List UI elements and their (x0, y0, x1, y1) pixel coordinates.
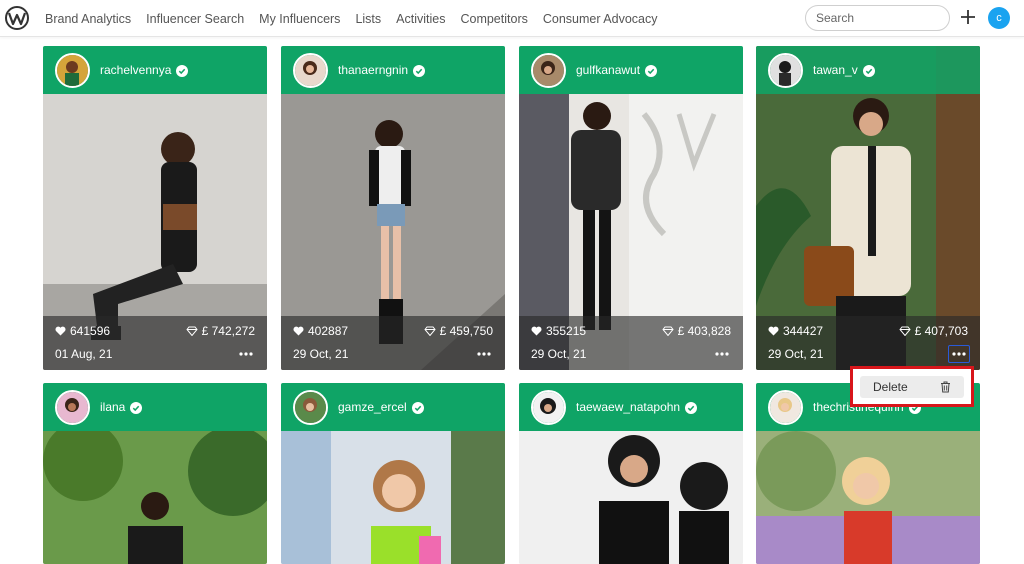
heart-icon (55, 326, 66, 336)
value-stat: £ 742,272 (185, 324, 255, 338)
influencer-username[interactable]: taewaew_natapohn (576, 400, 698, 414)
value-amount: £ 742,272 (201, 324, 255, 338)
diamond-icon (185, 326, 198, 336)
heart-icon (531, 326, 542, 336)
verified-badge-icon (176, 64, 189, 77)
value-amount: £ 459,750 (439, 324, 493, 338)
nav-my-influencers[interactable]: My Influencers (259, 12, 340, 26)
verified-badge-icon (130, 401, 143, 414)
card-header: ilana (43, 383, 267, 431)
more-dots-icon[interactable] (711, 345, 733, 363)
post-date: 29 Oct, 21 (531, 347, 587, 361)
value-stat: £ 403,828 (661, 324, 731, 338)
context-menu: Delete (850, 366, 974, 407)
post-date: 01 Aug, 21 (55, 347, 113, 361)
card-header: taewaew_natapohn (519, 383, 743, 431)
value-amount: £ 407,703 (914, 324, 968, 338)
likes-stat: 344427 (768, 324, 823, 338)
influencer-card[interactable]: gamze_ercel (281, 383, 505, 564)
likes-stat: 641596 (55, 324, 110, 338)
user-initial: C (996, 12, 1002, 24)
nav-influencer-search[interactable]: Influencer Search (146, 12, 244, 26)
card-footer: 344427 £ 407,703 29 Oct, 21 (756, 316, 980, 370)
influencer-card[interactable]: gulfkanawut 355215 £ 403,828 29 Oct, 21 (519, 46, 743, 370)
trash-icon[interactable] (940, 381, 951, 393)
main-nav: Brand Analytics Influencer Search My Inf… (45, 0, 673, 37)
verified-badge-icon (413, 64, 426, 77)
verified-badge-icon (411, 401, 424, 414)
influencer-avatar[interactable] (293, 389, 328, 425)
post-image[interactable] (281, 431, 505, 564)
influencer-card[interactable]: thanaerngnin 402887 £ 459,750 29 Oct, 21 (281, 46, 505, 370)
card-header: tawan_v (756, 46, 980, 94)
influencer-avatar[interactable] (768, 389, 803, 425)
influencer-card[interactable]: thechristinequinn (756, 383, 980, 564)
diamond-icon (661, 326, 674, 336)
post-date: 29 Oct, 21 (293, 347, 349, 361)
heart-icon (768, 326, 779, 336)
influencer-avatar[interactable] (55, 389, 90, 425)
nav-lists[interactable]: Lists (355, 12, 381, 26)
likes-stat: 402887 (293, 324, 348, 338)
value-amount: £ 403,828 (677, 324, 731, 338)
nav-competitors[interactable]: Competitors (460, 12, 527, 26)
heart-icon (293, 326, 304, 336)
influencer-avatar[interactable] (768, 52, 803, 88)
card-footer: 402887 £ 459,750 29 Oct, 21 (281, 316, 505, 370)
plus-icon[interactable] (958, 7, 978, 27)
influencer-username[interactable]: thanaerngnin (338, 63, 426, 77)
nav-brand-analytics[interactable]: Brand Analytics (45, 12, 131, 26)
diamond-icon (423, 326, 436, 336)
card-header: gamze_ercel (281, 383, 505, 431)
value-stat: £ 407,703 (898, 324, 968, 338)
post-image[interactable] (43, 431, 267, 564)
diamond-icon (898, 326, 911, 336)
influencer-avatar[interactable] (293, 52, 328, 88)
influencer-username[interactable]: gamze_ercel (338, 400, 424, 414)
influencer-card[interactable]: tawan_v 344427 £ 407,703 29 Oct, 21 (756, 46, 980, 370)
influencer-card[interactable]: taewaew_natapohn (519, 383, 743, 564)
more-dots-icon[interactable] (948, 345, 970, 363)
post-image[interactable] (519, 431, 743, 564)
verified-badge-icon (645, 64, 658, 77)
delete-label: Delete (873, 380, 908, 394)
influencer-username[interactable]: ilana (100, 400, 143, 414)
search-input[interactable] (805, 5, 950, 31)
likes-count: 641596 (70, 324, 111, 338)
user-avatar-button[interactable]: C (988, 7, 1010, 29)
verified-badge-icon (685, 401, 698, 414)
likes-count: 402887 (308, 324, 349, 338)
nav-activities[interactable]: Activities (396, 12, 445, 26)
influencer-username[interactable]: tawan_v (813, 63, 875, 77)
top-navbar: Brand Analytics Influencer Search My Inf… (0, 0, 1024, 37)
influencer-avatar[interactable] (531, 52, 566, 88)
influencer-avatar[interactable] (531, 389, 566, 425)
more-dots-icon[interactable] (473, 345, 495, 363)
card-header: thanaerngnin (281, 46, 505, 94)
delete-menu-item[interactable]: Delete (860, 376, 964, 398)
verified-badge-icon (862, 64, 875, 77)
more-dots-icon[interactable] (235, 345, 257, 363)
post-image[interactable] (756, 431, 980, 564)
influencer-username[interactable]: rachelvennya (100, 63, 189, 77)
likes-count: 355215 (546, 324, 587, 338)
value-stat: £ 459,750 (423, 324, 493, 338)
card-header: rachelvennya (43, 46, 267, 94)
card-footer: 355215 £ 403,828 29 Oct, 21 (519, 316, 743, 370)
nav-consumer-advocacy[interactable]: Consumer Advocacy (543, 12, 658, 26)
likes-count: 344427 (783, 324, 824, 338)
influencer-card[interactable]: rachelvennya 641596 £ 742,272 01 Aug, 21 (43, 46, 267, 370)
influencer-card[interactable]: ilana (43, 383, 267, 564)
card-footer: 641596 £ 742,272 01 Aug, 21 (43, 316, 267, 370)
card-header: gulfkanawut (519, 46, 743, 94)
logo-icon[interactable] (4, 6, 30, 30)
influencer-username[interactable]: gulfkanawut (576, 63, 658, 77)
influencer-avatar[interactable] (55, 52, 90, 88)
post-date: 29 Oct, 21 (768, 347, 824, 361)
likes-stat: 355215 (531, 324, 586, 338)
